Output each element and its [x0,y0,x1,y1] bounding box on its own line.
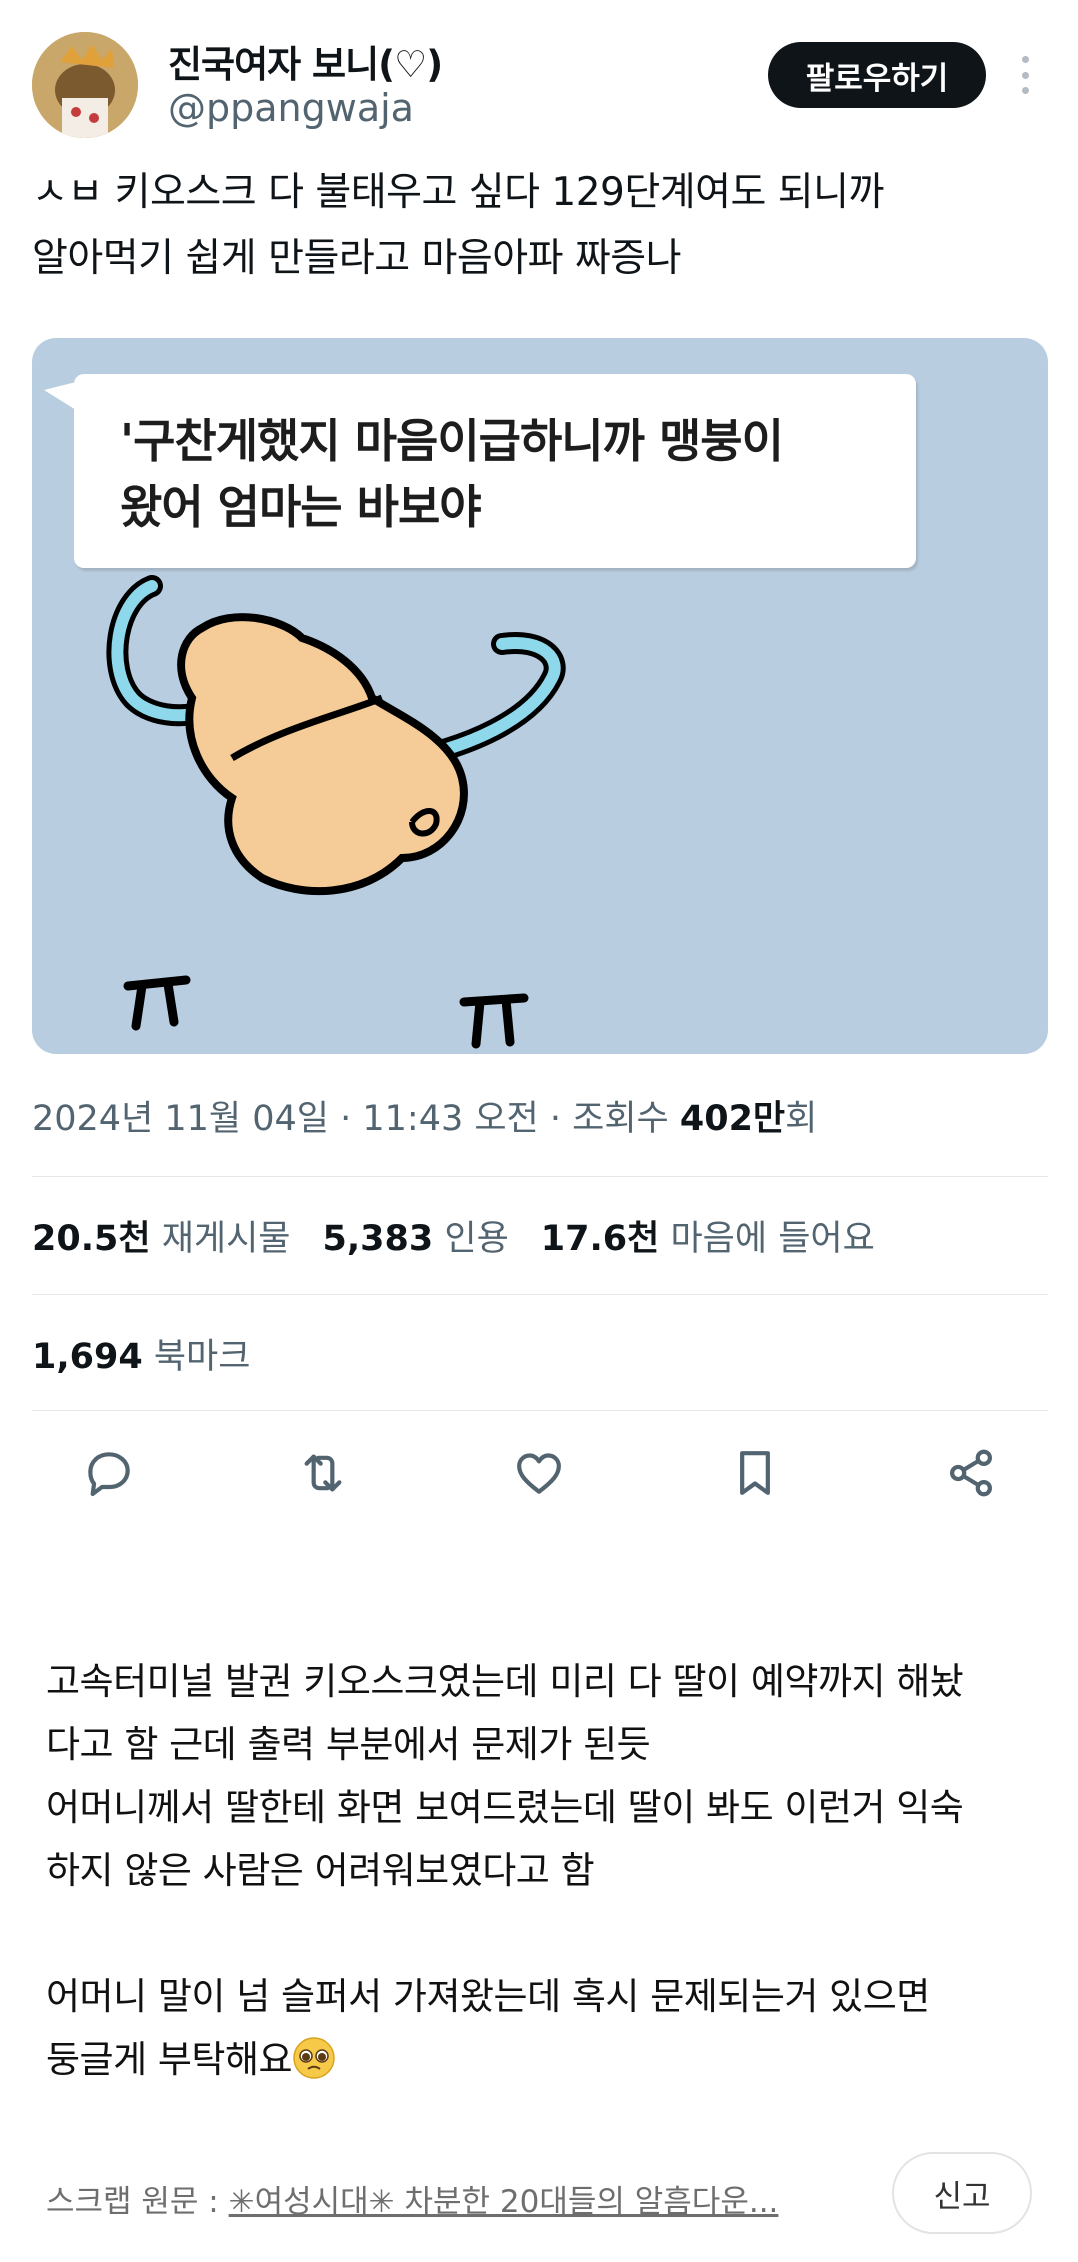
date-time: 2024년 11월 04일 · 11:43 오전 · 조회수 [32,1099,680,1139]
bookmarks-stat[interactable]: 1,694 북마크 [32,1328,250,1379]
bookmarks-label: 북마크 [153,1337,251,1377]
retweets-label: 재게시물 [161,1219,291,1259]
tweet-image[interactable]: '구찬게했지 마음이급하니까 맹붕이 왔어 엄마는 바보야 [32,338,1048,1054]
likes-count: 17.6천 [540,1219,660,1259]
quotes-count: 5,383 [322,1219,434,1259]
reply-icon[interactable] [74,1438,144,1508]
handle[interactable]: @ppangwaja [168,86,414,130]
pleading-face-icon [292,2036,336,2080]
source-info: 스크랩 원문 : ✳여성시대✳ 차분한 20대들의 알흠다운... [46,2176,778,2221]
display-name[interactable]: 진국여자 보니(♡) [168,34,443,88]
quotes-stat[interactable]: 5,383 인용 [323,1210,509,1261]
quotes-label: 인용 [444,1219,509,1259]
share-icon[interactable] [936,1438,1006,1508]
likes-label: 마음에 들어요 [670,1219,875,1259]
report-button[interactable]: 신고 [892,2152,1032,2234]
retweets-count: 20.5천 [32,1219,151,1259]
retweet-icon[interactable] [288,1438,358,1508]
divider [32,1410,1048,1411]
bookmarks-count: 1,694 [32,1337,143,1377]
post-body: 고속터미널 발권 키오스크였는데 미리 다 딸이 예약까지 해놨 다고 함 근데… [46,1650,1046,2091]
divider [32,1294,1048,1295]
like-icon[interactable] [504,1438,574,1508]
post-body-text: 고속터미널 발권 키오스크였는데 미리 다 딸이 예약까지 해놨 다고 함 근데… [46,1660,964,2081]
source-prefix: 스크랩 원문 : [46,2184,229,2220]
follow-button[interactable]: 팔로우하기 [768,42,986,108]
views-count: 402만 [679,1099,786,1139]
source-link[interactable]: ✳여성시대✳ 차분한 20대들의 알흠다운... [229,2184,779,2220]
avatar[interactable] [32,32,138,138]
likes-stat[interactable]: 17.6천 마음에 들어요 [541,1210,875,1261]
tweet-meta: 2024년 11월 04일 · 11:43 오전 · 조회수 402만회 [32,1090,817,1141]
image-caption: '구찬게했지 마음이급하니까 맹붕이 왔어 엄마는 바보야 [120,414,784,534]
engagement-stats: 20.5천 재게시물 5,383 인용 17.6천 마음에 들어요 [32,1210,907,1261]
bookmark-icon[interactable] [720,1438,790,1508]
views-suffix: 회 [785,1099,818,1139]
action-bar [32,1438,1048,1508]
retweets-stat[interactable]: 20.5천 재게시물 [32,1210,291,1261]
more-options-icon[interactable] [1010,50,1040,100]
divider [32,1176,1048,1177]
tweet-text: ㅅㅂ 키오스크 다 불태우고 싶다 129단계여도 되니까 알아먹기 쉽게 만들… [32,170,884,281]
